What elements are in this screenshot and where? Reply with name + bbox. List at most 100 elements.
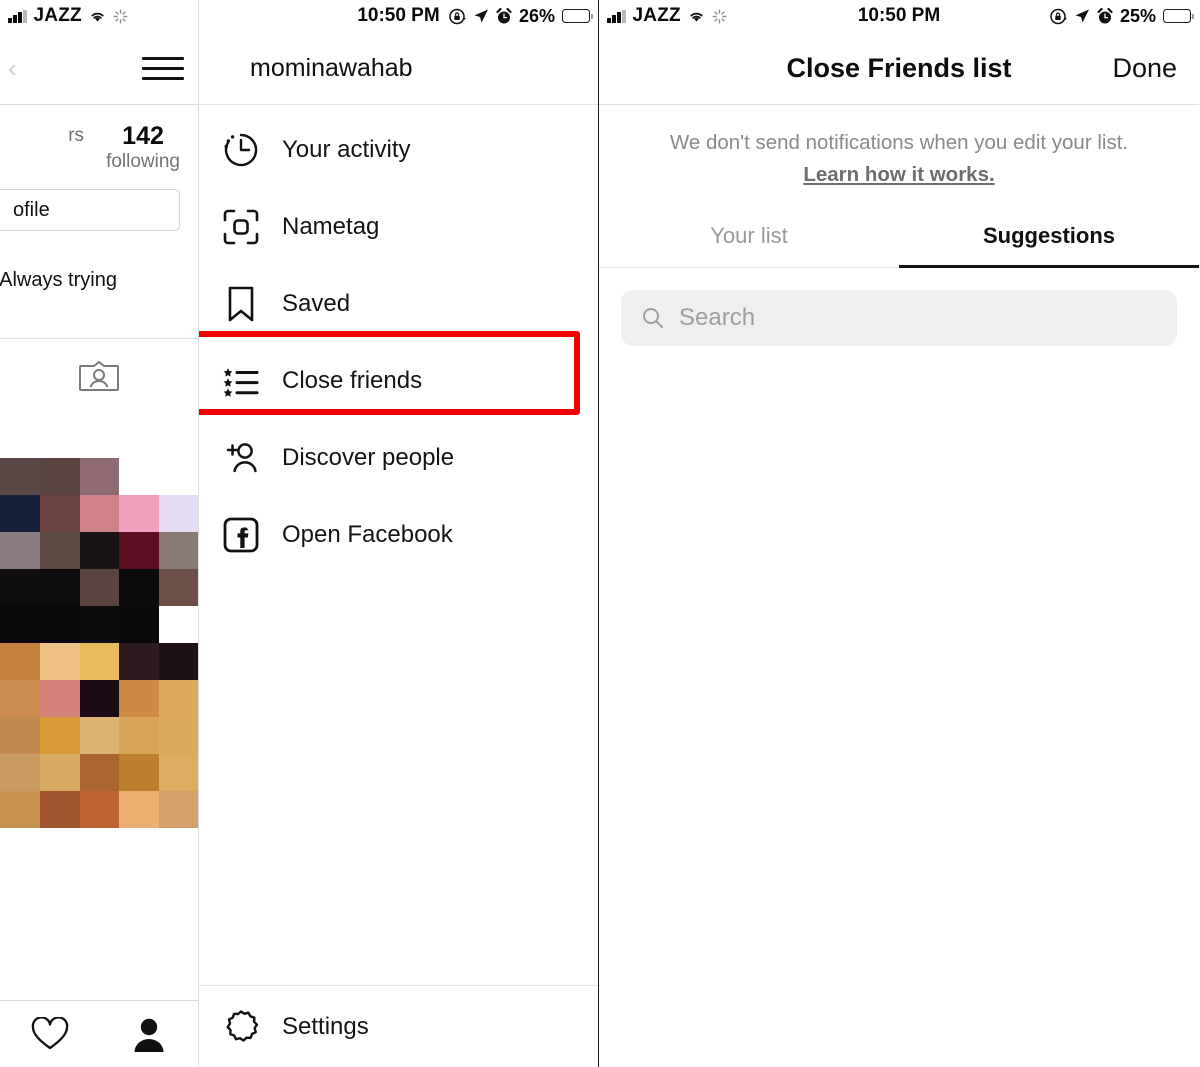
menu-item-close-friends[interactable]: Close friends (199, 342, 598, 419)
photo-grid-cell[interactable] (0, 606, 40, 644)
menu-item-nametag[interactable]: Nametag (199, 188, 598, 265)
photo-grid-cell[interactable] (79, 791, 120, 829)
edit-profile-label: ofile (13, 198, 50, 221)
star-list-icon (220, 360, 262, 402)
photo-grid-cell[interactable] (79, 421, 120, 459)
photo-grid-cell[interactable] (0, 569, 40, 607)
profile-person-icon[interactable] (131, 1016, 167, 1052)
photo-grid-cell[interactable] (0, 791, 40, 829)
battery-percent: 26% (518, 5, 555, 26)
search-input[interactable]: Search (621, 289, 1177, 346)
edit-profile-button[interactable]: ofile (0, 189, 180, 232)
photo-grid-cell[interactable] (79, 680, 120, 718)
photo-grid-cell[interactable] (39, 569, 80, 607)
photo-grid-cell[interactable] (0, 717, 40, 755)
photo-grid-cell[interactable] (159, 754, 198, 792)
hamburger-icon[interactable] (142, 56, 184, 80)
nametag-card-icon[interactable] (0, 339, 198, 421)
photo-grid-cell[interactable] (0, 495, 40, 533)
stat-following[interactable]: 142 following (106, 123, 180, 173)
photo-grid-cell[interactable] (159, 421, 198, 459)
tab-your-list[interactable]: Your list (599, 213, 899, 267)
photo-grid-cell[interactable] (0, 421, 40, 459)
photo-grid-cell[interactable] (159, 458, 198, 496)
stat-followers[interactable]: rs (68, 123, 84, 147)
photo-grid-cell[interactable] (119, 458, 160, 496)
photo-grid-cell[interactable] (159, 569, 198, 607)
menu-item-label: Saved (282, 289, 351, 317)
photo-grid-cell[interactable] (79, 532, 120, 570)
photo-grid-cell[interactable] (159, 643, 198, 681)
photo-grid-cell[interactable] (119, 791, 160, 829)
menu-list: Your activity Nametag Saved Close friends… (199, 105, 598, 573)
photo-grid-cell[interactable] (119, 717, 160, 755)
location-arrow-icon (1075, 9, 1089, 23)
photo-grid-cell[interactable] (0, 532, 40, 570)
learn-how-it-works-link[interactable]: Learn how it works. (803, 163, 994, 186)
photo-grid-cell[interactable] (39, 754, 80, 792)
photo-grid-cell[interactable] (39, 458, 80, 496)
photo-grid-cell[interactable] (39, 643, 80, 681)
photo-grid-cell[interactable] (0, 754, 40, 792)
photo-grid-cell[interactable] (39, 421, 80, 459)
right-status-bar: JAZZ 10:50 PM 25% (599, 0, 1199, 32)
close-friends-tabs: Your list Suggestions (599, 213, 1199, 268)
search-placeholder: Search (679, 303, 756, 331)
status-left-group: JAZZ (8, 5, 128, 27)
menu-item-label: Open Facebook (282, 520, 453, 548)
bottom-nav-bar (0, 1000, 198, 1067)
photo-grid-cell[interactable] (79, 606, 120, 644)
done-button[interactable]: Done (1112, 53, 1177, 84)
photo-grid-cell[interactable] (79, 717, 120, 755)
search-section: Search (599, 268, 1199, 346)
alarm-icon (496, 7, 512, 23)
status-left-group-right: JAZZ (607, 5, 727, 27)
photo-grid-cell[interactable] (0, 680, 40, 718)
photo-grid-cell[interactable] (39, 680, 80, 718)
photo-grid-cell[interactable] (79, 458, 120, 496)
photo-grid-cell[interactable] (159, 532, 198, 570)
menu-item-open-facebook[interactable]: Open Facebook (199, 496, 598, 573)
photo-grid-cell[interactable] (119, 569, 160, 607)
photo-grid-cell[interactable] (119, 421, 160, 459)
photo-grid-pixelated[interactable] (0, 421, 198, 829)
photo-grid-cell[interactable] (39, 791, 80, 829)
back-chevron-icon[interactable]: ‹ (8, 53, 17, 84)
photo-grid-cell[interactable] (159, 680, 198, 718)
photo-grid-cell[interactable] (159, 791, 198, 829)
photo-grid-cell[interactable] (79, 495, 120, 533)
nametag-scan-icon (220, 206, 262, 248)
photo-grid-cell[interactable] (39, 606, 80, 644)
photo-grid-cell[interactable] (119, 532, 160, 570)
photo-grid-cell[interactable] (159, 717, 198, 755)
photo-grid-cell[interactable] (119, 754, 160, 792)
screenshot-root: JAZZ ‹ rs 142 following ofile Always try… (0, 0, 1200, 1067)
photo-grid-cell[interactable] (79, 643, 120, 681)
photo-grid-cell[interactable] (39, 495, 80, 533)
photo-grid-cell[interactable] (79, 569, 120, 607)
photo-grid-cell[interactable] (39, 717, 80, 755)
photo-grid-cell[interactable] (119, 495, 160, 533)
tab-suggestions[interactable]: Suggestions (899, 213, 1199, 268)
menu-item-label: Discover people (282, 443, 455, 471)
photo-grid-cell[interactable] (119, 606, 160, 644)
heart-icon[interactable] (31, 1017, 69, 1051)
username-title: mominawahab (199, 32, 598, 105)
photo-grid-cell[interactable] (159, 606, 198, 644)
settings-section: Settings (199, 985, 598, 1067)
photo-grid-cell[interactable] (159, 495, 198, 533)
photo-grid-cell[interactable] (119, 680, 160, 718)
right-close-friends-panel: JAZZ 10:50 PM 25% Close Friends list Don… (599, 0, 1199, 1067)
menu-item-discover-people[interactable]: Discover people (199, 419, 598, 496)
photo-grid-cell[interactable] (0, 643, 40, 681)
location-arrow-icon (474, 9, 488, 23)
menu-item-your-activity[interactable]: Your activity (199, 111, 598, 188)
menu-item-saved[interactable]: Saved (199, 265, 598, 342)
photo-grid-cell[interactable] (79, 754, 120, 792)
photo-grid-cell[interactable] (0, 458, 40, 496)
stat-following-label: following (106, 151, 180, 173)
notice-text: We don't send notifications when you edi… (669, 131, 1129, 154)
menu-item-settings[interactable]: Settings (199, 986, 598, 1067)
photo-grid-cell[interactable] (119, 643, 160, 681)
photo-grid-cell[interactable] (39, 532, 80, 570)
